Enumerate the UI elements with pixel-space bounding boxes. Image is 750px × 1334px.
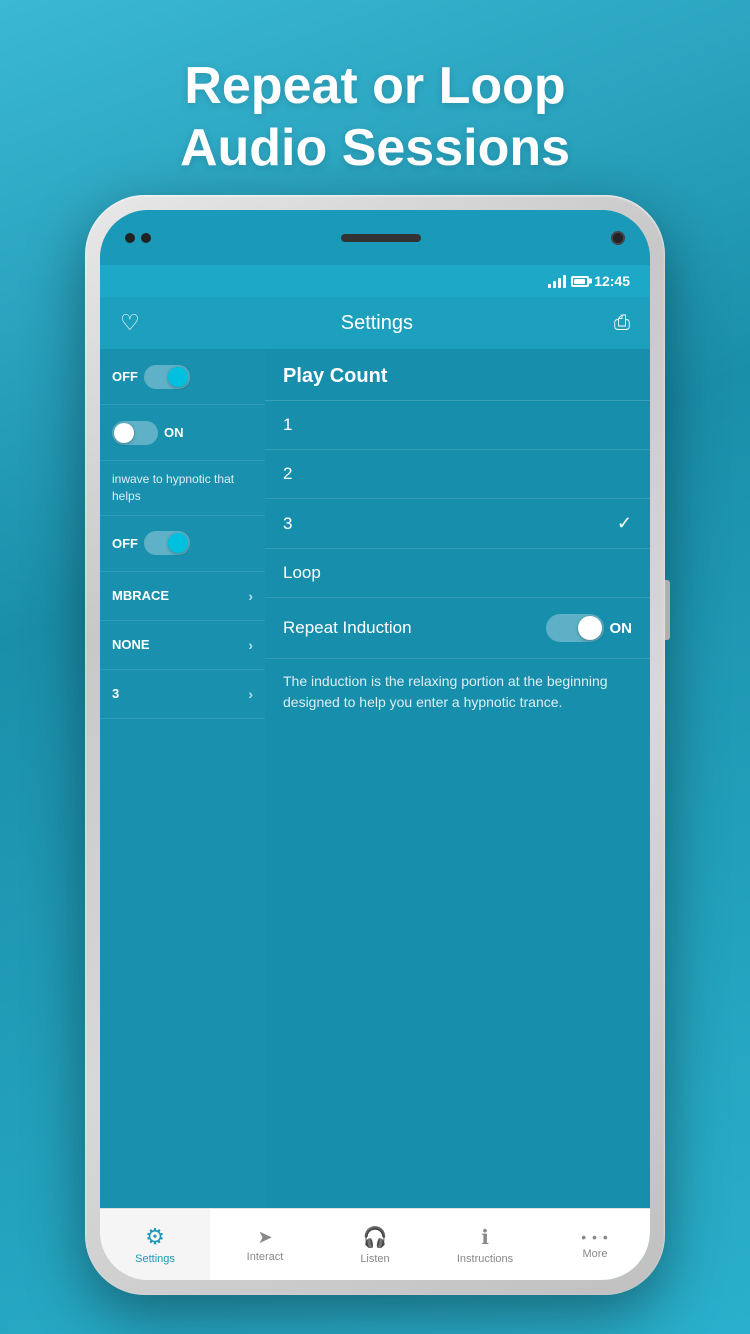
repeat-induction-toggle-group[interactable]: ON xyxy=(546,614,633,642)
toggle-2-container[interactable]: ON xyxy=(112,421,184,445)
play-count-loop[interactable]: Loop xyxy=(265,549,650,598)
instructions-icon: ℹ xyxy=(481,1225,489,1250)
play-count-1-label: 1 xyxy=(283,415,292,435)
loop-label: Loop xyxy=(283,563,321,583)
toggle-3-container[interactable]: OFF xyxy=(112,531,190,555)
bottom-nav-bar: ⚙ Settings ➤ Interact 🎧 Listen ℹ Instruc… xyxy=(100,1208,650,1280)
toggle-3-switch[interactable] xyxy=(144,531,190,555)
page-title: Repeat or Loop Audio Sessions xyxy=(0,0,750,200)
nav-item-interact[interactable]: ➤ Interact xyxy=(210,1209,320,1280)
nav-item-more[interactable]: • • • More xyxy=(540,1209,650,1280)
section-header: Play Count xyxy=(265,349,650,401)
nav-item-listen[interactable]: 🎧 Listen xyxy=(320,1209,430,1280)
repeat-induction-state: ON xyxy=(610,620,633,637)
toggle-1-container[interactable]: OFF xyxy=(112,365,190,389)
text-snippet: inwave to hypnotic that helps xyxy=(100,461,265,516)
left-option-3[interactable]: 3 › xyxy=(100,670,265,719)
camera-area xyxy=(125,233,151,243)
option-none-label: NONE xyxy=(112,637,150,652)
speaker-bar xyxy=(341,234,421,242)
main-content: OFF ON xyxy=(100,349,650,1208)
option-3-label: 3 xyxy=(112,686,119,701)
left-toggle-row-3: OFF xyxy=(100,516,265,572)
settings-icon: ⚙ xyxy=(145,1224,165,1250)
nav-item-instructions[interactable]: ℹ Instructions xyxy=(430,1209,540,1280)
listen-icon: 🎧 xyxy=(363,1225,388,1250)
more-icon: • • • xyxy=(581,1229,608,1245)
nav-item-settings[interactable]: ⚙ Settings xyxy=(100,1209,210,1280)
status-bar: 12:45 xyxy=(100,265,650,297)
section-title: Play Count xyxy=(283,365,387,387)
toggle-1-label: OFF xyxy=(112,369,138,384)
repeat-induction-knob xyxy=(578,616,602,640)
repeat-induction-description: The induction is the relaxing portion at… xyxy=(265,659,650,725)
toggle-2-switch[interactable] xyxy=(112,421,158,445)
status-time: 12:45 xyxy=(594,273,630,289)
left-panel: OFF ON xyxy=(100,349,265,1208)
toggle-3-knob xyxy=(168,533,188,553)
toggle-1-knob xyxy=(168,367,188,387)
left-option-mbrace[interactable]: MBRACE › xyxy=(100,572,265,621)
signal-icon xyxy=(548,274,566,288)
chevron-mbrace-icon: › xyxy=(248,588,253,604)
repeat-induction-toggle[interactable] xyxy=(546,614,604,642)
battery-icon xyxy=(571,276,589,287)
phone-top-bar xyxy=(100,210,650,265)
chevron-none-icon: › xyxy=(248,637,253,653)
option-mbrace-label: MBRACE xyxy=(112,588,169,603)
left-toggle-row-1: OFF xyxy=(100,349,265,405)
play-count-option-1[interactable]: 1 xyxy=(265,401,650,450)
share-icon[interactable]: ⎙ xyxy=(614,312,630,335)
play-count-option-2[interactable]: 2 xyxy=(265,450,650,499)
settings-label: Settings xyxy=(135,1253,175,1265)
toggle-2-knob xyxy=(114,423,134,443)
toggle-1-switch[interactable] xyxy=(144,365,190,389)
interact-label: Interact xyxy=(247,1251,284,1263)
left-option-none[interactable]: NONE › xyxy=(100,621,265,670)
camera-dot-right2 xyxy=(141,233,151,243)
play-count-option-3[interactable]: 3 ✓ xyxy=(265,499,650,549)
selected-checkmark-icon: ✓ xyxy=(617,513,632,534)
play-count-3-label: 3 xyxy=(283,514,292,534)
side-button xyxy=(665,580,670,640)
instructions-label: Instructions xyxy=(457,1253,513,1265)
play-count-2-label: 2 xyxy=(283,464,292,484)
chevron-3-icon: › xyxy=(248,686,253,702)
repeat-induction-row: Repeat Induction ON xyxy=(265,598,650,659)
camera-dot-left xyxy=(125,233,135,243)
status-bar-right: 12:45 xyxy=(548,273,630,289)
app-nav-bar: ♡ Settings ⎙ xyxy=(100,297,650,349)
more-label: More xyxy=(582,1248,607,1260)
repeat-induction-label: Repeat Induction xyxy=(283,618,412,638)
listen-label: Listen xyxy=(360,1253,389,1265)
toggle-2-label: ON xyxy=(164,425,184,440)
favorite-icon[interactable]: ♡ xyxy=(120,310,140,336)
phone-device: 12:45 ♡ Settings ⎙ OFF xyxy=(85,195,665,1295)
interact-icon: ➤ xyxy=(257,1227,272,1248)
camera-main xyxy=(611,231,625,245)
right-panel: Play Count 1 2 3 ✓ Loop xyxy=(265,349,650,1208)
toggle-3-label: OFF xyxy=(112,536,138,551)
app-nav-title: Settings xyxy=(341,312,413,335)
left-toggle-row-2: ON xyxy=(100,405,265,461)
